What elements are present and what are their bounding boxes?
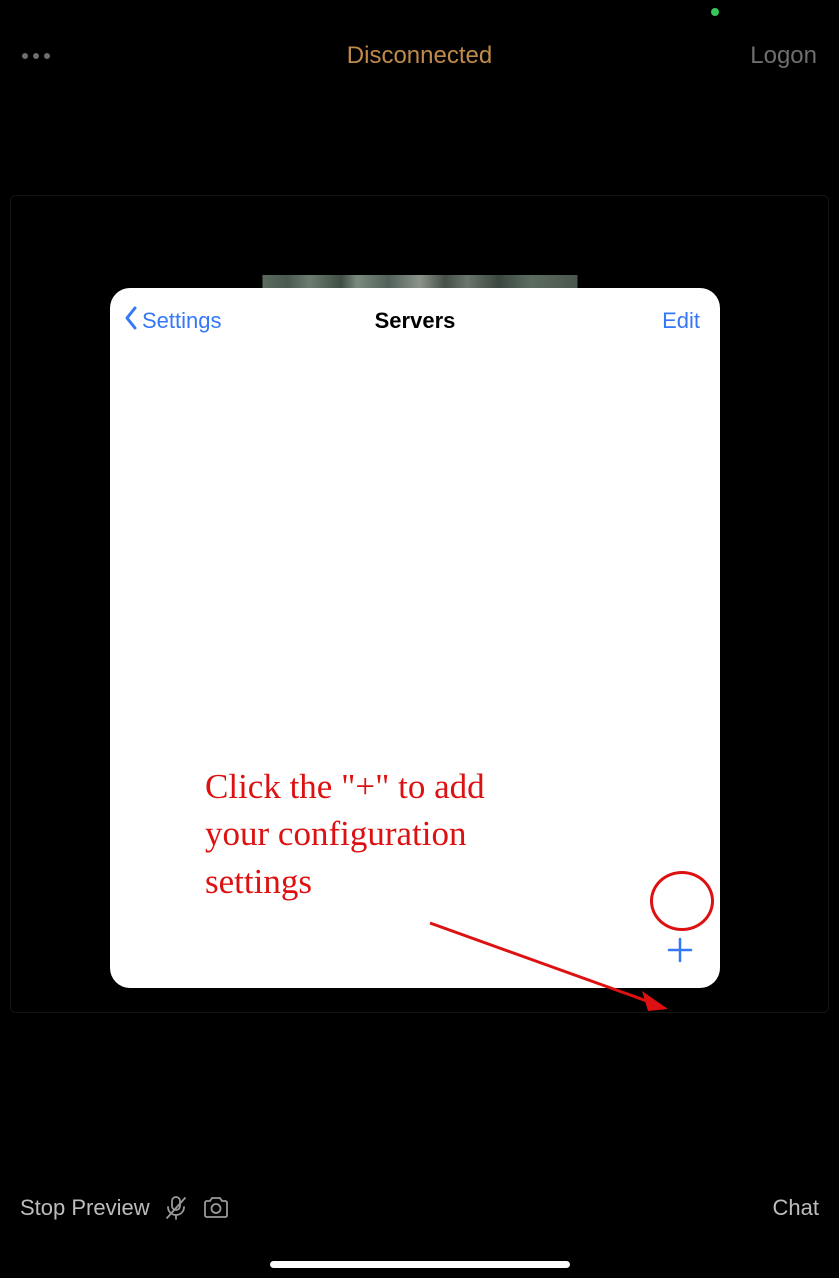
back-label: Settings bbox=[142, 308, 222, 334]
annotation-text: Click the "+" to add your configuration … bbox=[205, 763, 485, 905]
logon-button[interactable]: Logon bbox=[750, 42, 817, 70]
top-bar: Disconnected Logon bbox=[0, 36, 839, 76]
mic-in-use-indicator bbox=[711, 8, 719, 16]
connection-status-title: Disconnected bbox=[347, 42, 492, 70]
stop-preview-button[interactable]: Stop Preview bbox=[20, 1195, 150, 1221]
annotation-arrow bbox=[430, 921, 690, 1036]
servers-modal: Settings Servers Edit Click the "+" to a… bbox=[110, 288, 720, 988]
bottom-left-group: Stop Preview bbox=[20, 1195, 230, 1221]
remote-preview-image bbox=[262, 275, 577, 289]
plus-icon bbox=[667, 935, 693, 969]
edit-button[interactable]: Edit bbox=[662, 308, 700, 334]
add-server-button[interactable] bbox=[662, 934, 698, 970]
modal-header: Settings Servers Edit bbox=[110, 288, 720, 345]
microphone-icon[interactable] bbox=[164, 1195, 188, 1221]
servers-list-empty: Click the "+" to add your configuration … bbox=[110, 345, 720, 935]
chat-button[interactable]: Chat bbox=[773, 1195, 819, 1221]
bottom-bar: Stop Preview Chat bbox=[0, 1188, 839, 1228]
annotation-circle bbox=[650, 871, 714, 931]
home-indicator[interactable] bbox=[270, 1261, 570, 1268]
back-to-settings-button[interactable]: Settings bbox=[124, 306, 222, 335]
chevron-left-icon bbox=[124, 306, 138, 335]
modal-title: Servers bbox=[375, 308, 456, 334]
camera-icon[interactable] bbox=[202, 1196, 230, 1220]
ellipsis-icon[interactable] bbox=[22, 53, 50, 59]
